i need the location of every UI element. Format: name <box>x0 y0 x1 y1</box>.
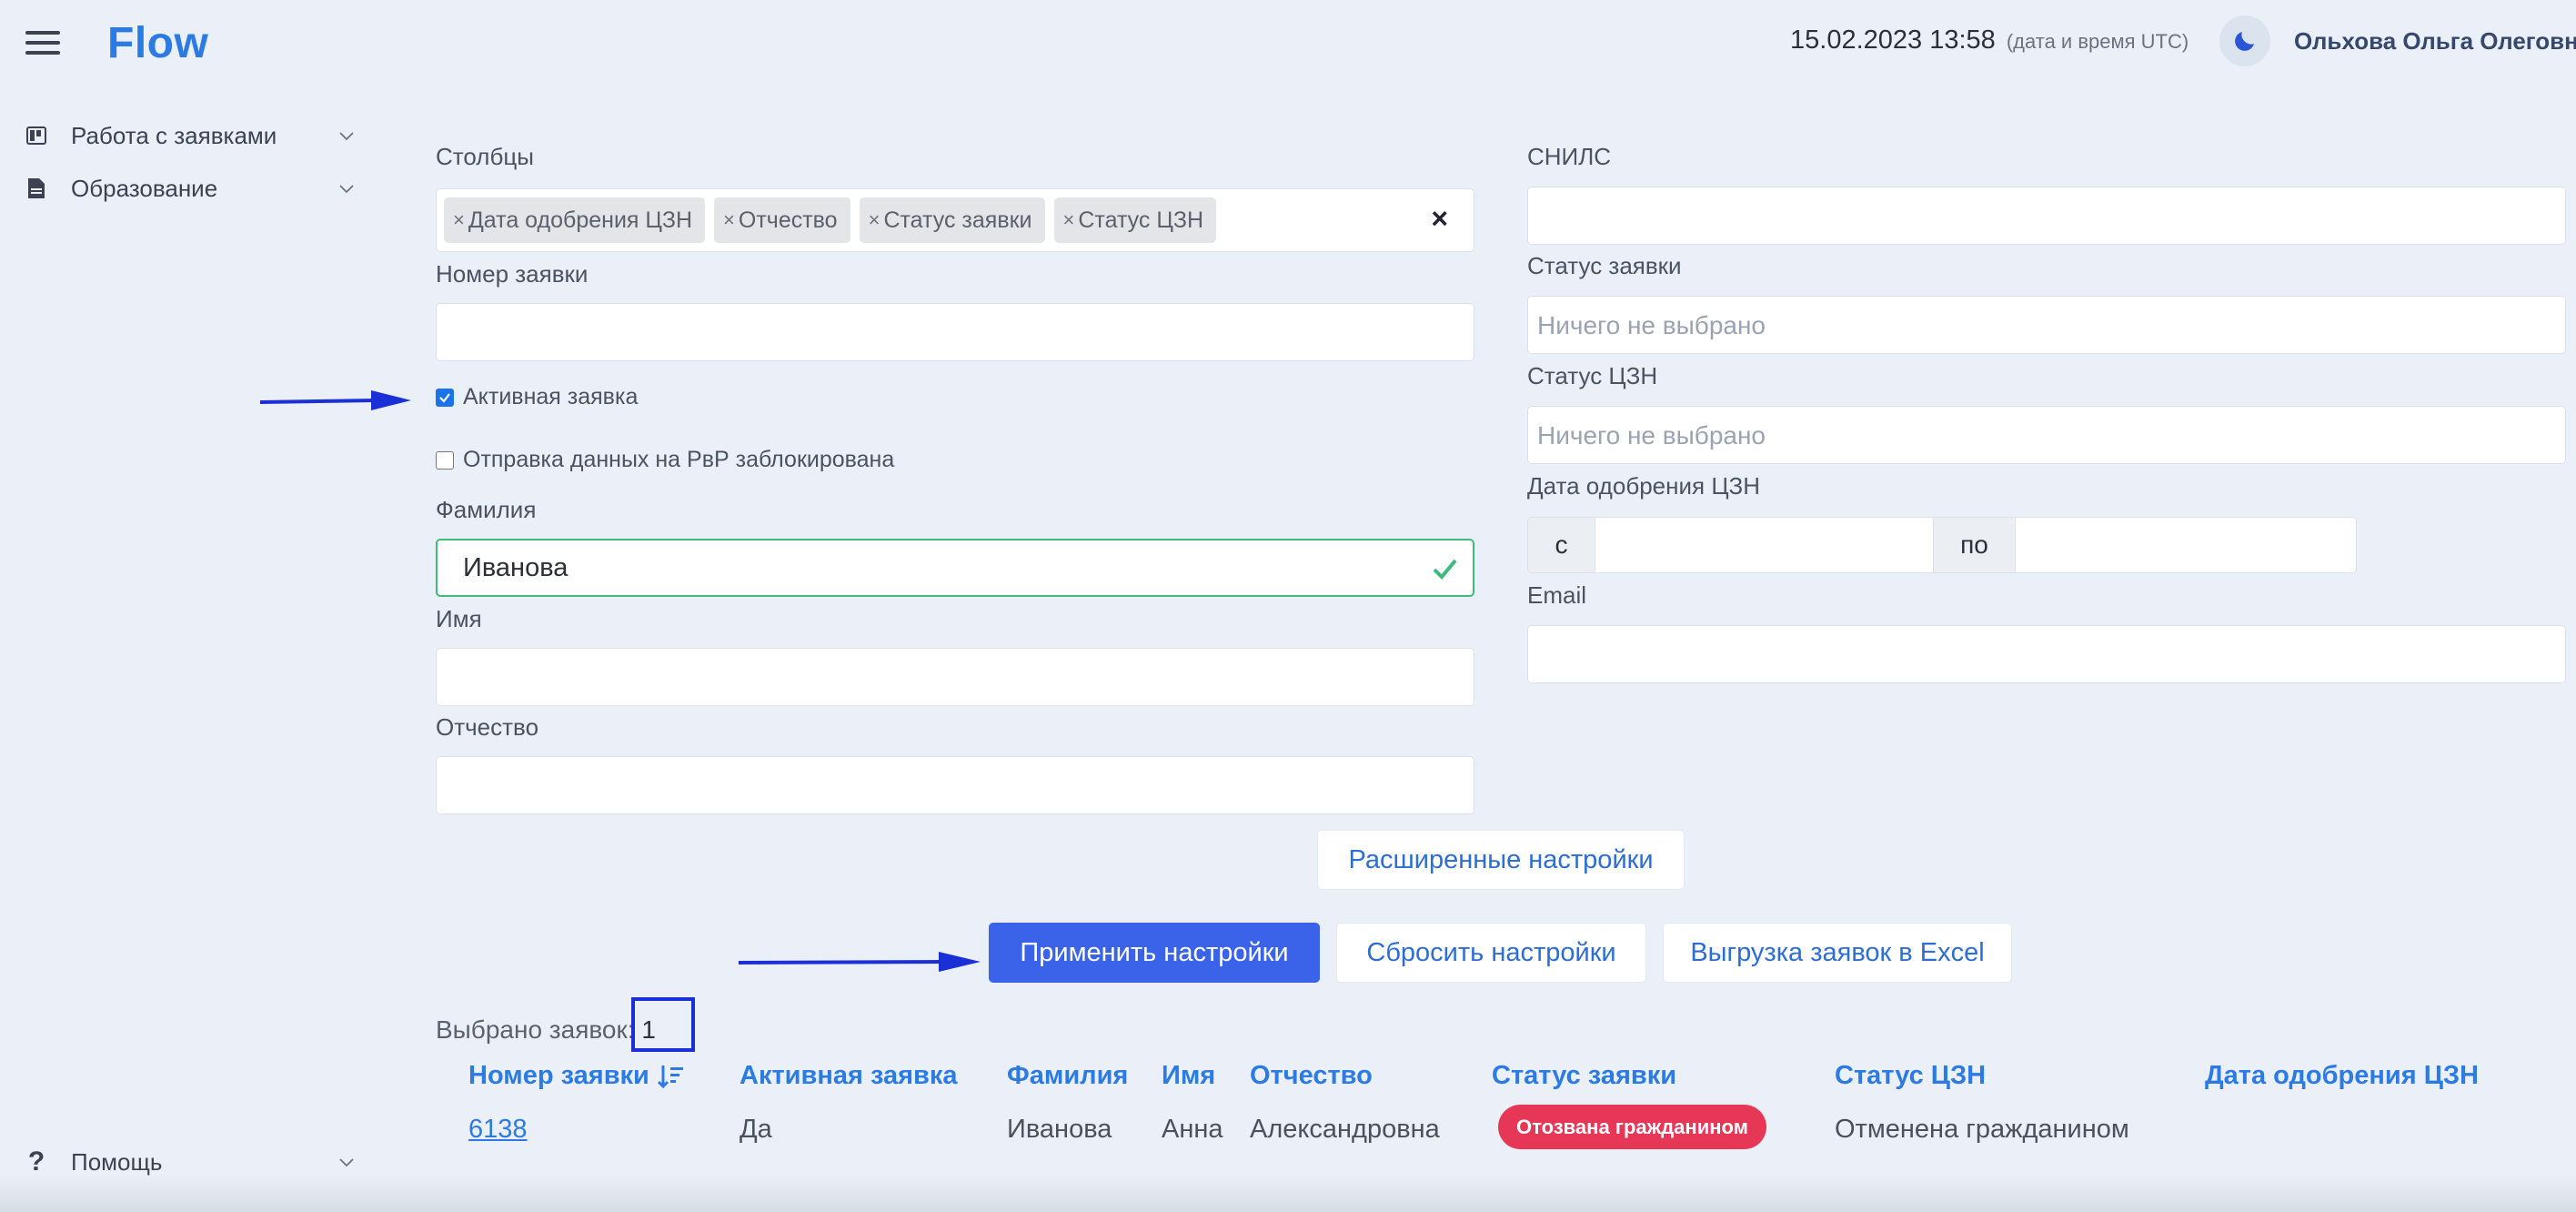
column-tag[interactable]: × Отчество <box>714 197 850 243</box>
snils-input[interactable] <box>1527 187 2566 245</box>
request-status-select[interactable]: Ничего не выбрано <box>1527 296 2566 354</box>
column-tag[interactable]: × Статус ЦЗН <box>1053 197 1216 243</box>
date-from-input[interactable] <box>1595 518 1934 572</box>
apply-settings-button[interactable]: Применить настройки <box>989 923 1320 983</box>
czn-status-label: Статус ЦЗН <box>1527 362 1658 389</box>
clear-columns-icon[interactable]: × <box>1431 202 1448 236</box>
advanced-settings-button[interactable]: Расширенные настройки <box>1317 830 1685 890</box>
active-request-checkbox-row[interactable]: Активная заявка <box>436 384 638 410</box>
question-icon: ? <box>27 1146 45 1177</box>
middle-name-input[interactable] <box>436 756 1474 814</box>
remove-tag-icon[interactable]: × <box>453 208 465 232</box>
cell-active: Да <box>740 1115 772 1144</box>
first-name-label: Имя <box>436 605 482 632</box>
datetime-value: 15.02.2023 13:58 <box>1790 25 1996 55</box>
columns-label: Столбцы <box>436 143 534 170</box>
moon-icon <box>2235 32 2254 51</box>
sort-desc-icon <box>657 1065 683 1088</box>
sidebar-item-label: Помощь <box>71 1147 163 1176</box>
column-tag[interactable]: × Дата одобрения ЦЗН <box>444 197 706 243</box>
app-logo[interactable]: Flow <box>107 18 208 68</box>
chevron-down-icon <box>339 185 354 194</box>
cell-middle-name: Александровна <box>1250 1115 1440 1144</box>
active-request-checkbox[interactable] <box>436 388 454 407</box>
middle-name-label: Отчество <box>436 713 539 741</box>
export-excel-button[interactable]: Выгрузка заявок в Excel <box>1663 923 2012 983</box>
czn-status-placeholder: Ничего не выбрано <box>1537 421 1766 449</box>
sidebar-item-label: Работа с заявками <box>71 121 277 149</box>
date-to-input[interactable] <box>2016 518 2356 572</box>
sidebar-item-education[interactable]: Образование <box>25 167 355 209</box>
column-tag[interactable]: × Статус заявки <box>859 197 1045 243</box>
theme-toggle-button[interactable] <box>2219 15 2270 66</box>
reset-settings-button[interactable]: Сбросить настройки <box>1336 923 1646 983</box>
column-header-request-number[interactable]: Номер заявки <box>468 1061 684 1091</box>
cell-last-name: Иванова <box>1007 1115 1112 1144</box>
valid-check-icon <box>1433 559 1457 580</box>
czn-status-select[interactable]: Ничего не выбрано <box>1527 406 2566 464</box>
column-header-czn-status[interactable]: Статус ЦЗН <box>1835 1061 1986 1091</box>
column-header-czn-date[interactable]: Дата одобрения ЦЗН <box>2205 1061 2479 1091</box>
columns-multiselect[interactable]: × Дата одобрения ЦЗН × Отчество × Статус за… <box>436 188 1474 252</box>
rvr-blocked-label: Отправка данных на РвР заблокирована <box>463 447 895 472</box>
sidebar-item-label: Образование <box>71 174 218 202</box>
email-label: Email <box>1527 581 1587 609</box>
annotation-arrow-icon <box>738 952 981 972</box>
cell-czn-status: Отменена гражданином <box>1835 1115 2129 1144</box>
request-number-link[interactable]: 6138 <box>468 1115 528 1145</box>
board-icon <box>25 123 47 148</box>
column-header-middle-name[interactable]: Отчество <box>1250 1061 1373 1091</box>
rvr-blocked-checkbox-row[interactable]: Отправка данных на РвР заблокирована <box>436 447 894 473</box>
hamburger-menu-icon[interactable] <box>25 31 60 55</box>
datetime-display: 15.02.2023 13:58 (дата и время UTC) <box>1790 25 2189 56</box>
czn-approval-date-range: с по <box>1527 517 2357 573</box>
last-name-value: Иванова <box>463 553 569 582</box>
date-to-addon: по <box>1934 518 2016 572</box>
last-name-label: Фамилия <box>436 496 537 523</box>
annotation-highlight-box <box>631 997 695 1052</box>
sidebar-item-requests[interactable]: Работа с заявками <box>25 115 355 157</box>
bottom-fade <box>0 1174 2576 1212</box>
chevron-down-icon <box>339 132 354 141</box>
request-number-input[interactable] <box>436 303 1474 361</box>
chevron-down-icon <box>339 1158 354 1167</box>
request-number-label: Номер заявки <box>436 260 589 288</box>
snils-label: СНИЛС <box>1527 143 1612 170</box>
first-name-input[interactable] <box>436 648 1474 706</box>
request-status-placeholder: Ничего не выбрано <box>1537 311 1766 339</box>
active-request-label: Активная заявка <box>463 384 639 409</box>
document-icon <box>25 176 47 201</box>
remove-tag-icon[interactable]: × <box>723 208 735 232</box>
last-name-input[interactable]: Иванова <box>436 539 1474 597</box>
column-header-last-name[interactable]: Фамилия <box>1007 1061 1128 1091</box>
datetime-note: (дата и время UTC) <box>2006 30 2189 53</box>
column-header-first-name[interactable]: Имя <box>1162 1061 1215 1091</box>
selected-count-text: Выбрано заявок: 1 <box>436 1015 656 1045</box>
cell-first-name: Анна <box>1162 1115 1223 1144</box>
czn-approval-date-label: Дата одобрения ЦЗН <box>1527 472 1761 500</box>
status-badge: Отозвана гражданином <box>1498 1105 1766 1149</box>
column-header-active[interactable]: Активная заявка <box>740 1061 958 1091</box>
remove-tag-icon[interactable]: × <box>1063 208 1075 232</box>
user-name-link[interactable]: Ольхова Ольга Олеговна <box>2294 27 2576 56</box>
request-status-label: Статус заявки <box>1527 252 1682 279</box>
annotation-arrow-icon <box>259 390 411 410</box>
remove-tag-icon[interactable]: × <box>869 208 880 232</box>
checkmark-icon <box>439 392 450 403</box>
email-input[interactable] <box>1527 625 2566 683</box>
selected-count-label: Выбрано заявок: <box>436 1015 635 1044</box>
rvr-blocked-checkbox[interactable] <box>436 450 454 470</box>
date-from-addon: с <box>1528 518 1595 572</box>
column-header-status[interactable]: Статус заявки <box>1492 1061 1676 1091</box>
